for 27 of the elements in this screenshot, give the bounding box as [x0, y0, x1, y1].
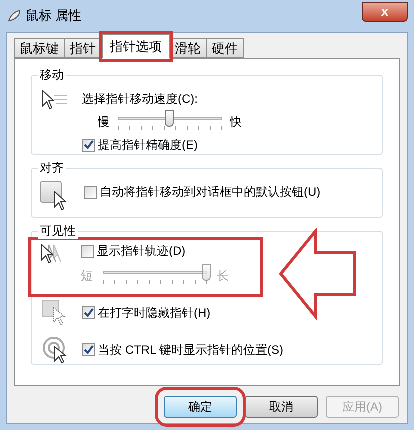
checkbox[interactable] — [82, 138, 95, 152]
group-title: 移动 — [38, 67, 66, 83]
tab[interactable]: 鼠标键 — [14, 38, 65, 58]
long-label: 长 — [217, 268, 229, 285]
group-title: 对齐 — [38, 160, 66, 176]
slow-label: 慢 — [98, 114, 110, 131]
group-title: 可见性 — [38, 223, 78, 239]
dialog-button[interactable]: 取消 — [245, 396, 318, 418]
fast-label: 快 — [230, 114, 242, 131]
slider-thumb[interactable] — [165, 110, 174, 127]
checkbox[interactable] — [82, 343, 95, 356]
checkbox-label: 提高指针精确度(E) — [98, 137, 198, 154]
checkbox-label: 自动将指针移动到对话框中的默认按钮(U) — [100, 184, 321, 201]
window-title: 鼠标 属性 — [26, 7, 82, 26]
tab[interactable]: 指针选项 — [102, 34, 170, 59]
short-label: 短 — [81, 268, 93, 285]
checkbox[interactable] — [84, 186, 97, 198]
cursor-icon — [54, 191, 68, 211]
locate-cursor-icon — [42, 336, 70, 364]
tab[interactable]: 硬件 — [206, 38, 244, 58]
checkbox[interactable] — [82, 306, 95, 319]
checkbox-label: 在打字时隐藏指针(H) — [98, 304, 211, 322]
tab[interactable]: 指针 — [64, 38, 102, 58]
checkbox-label: 显示指针轨迹(D) — [97, 243, 186, 260]
speed-label: 选择指针移动速度(C): — [82, 91, 199, 108]
checkbox-label: 当按 CTRL 键时显示指针的位置(S) — [98, 342, 284, 358]
moving-cursor-icon — [42, 90, 68, 112]
